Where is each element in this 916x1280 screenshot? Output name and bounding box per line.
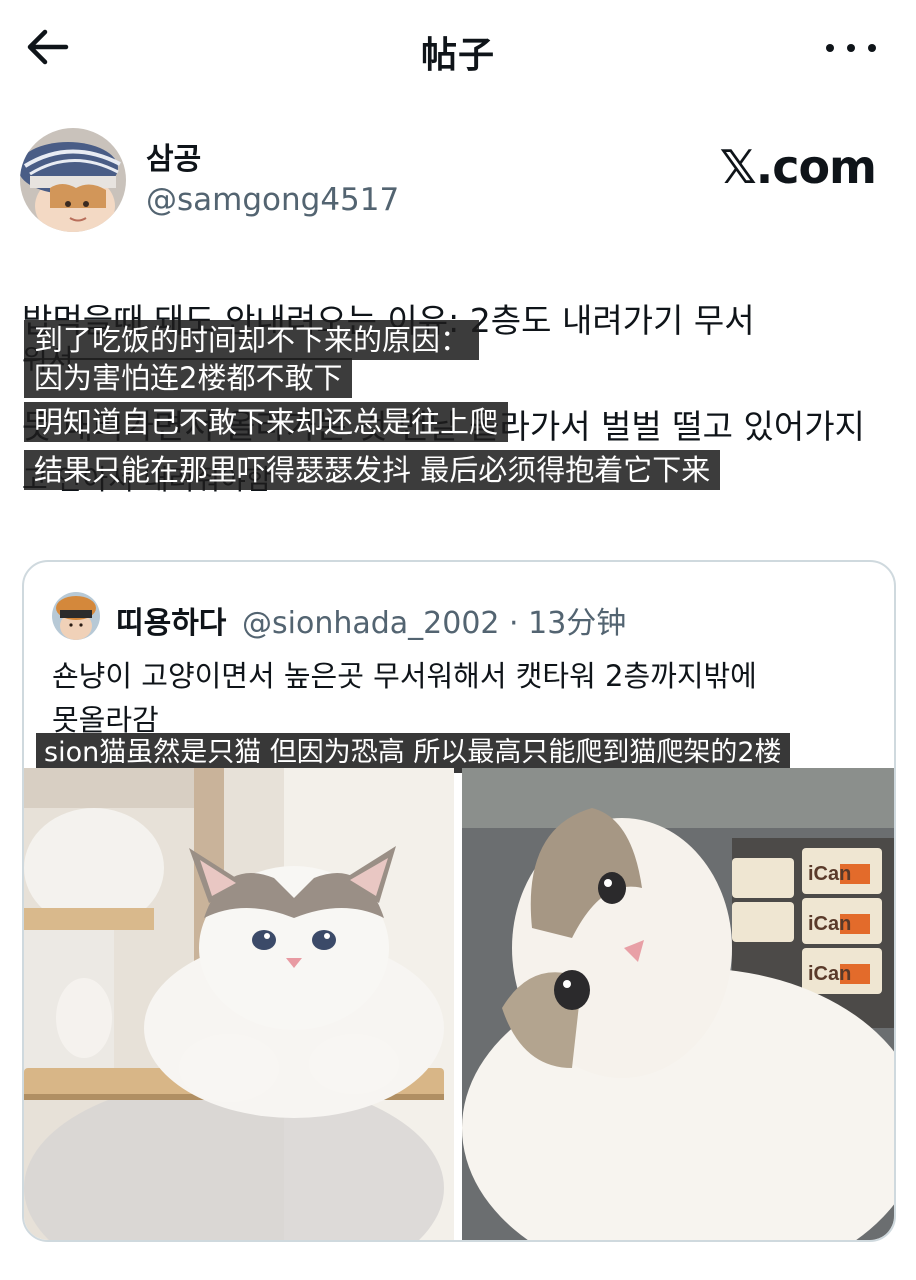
site-watermark: 𝕏.com bbox=[719, 140, 877, 194]
quoted-subtitle: sion猫虽然是只猫 但因为恐高 所以最高只能爬到猫爬架的2楼 bbox=[36, 733, 790, 773]
page-title: 帖子 bbox=[420, 35, 495, 76]
quoted-text-line: 숀냥이 고양이면서 높은곳 무서워해서 캣타워 2층까지밖에 bbox=[52, 659, 757, 693]
top-bar: 帖子 bbox=[0, 0, 916, 96]
quoted-post-card[interactable]: 띠용하다 @sionhada_2002 · 13分钟 숀냥이 고양이면서 높은곳… bbox=[22, 560, 896, 1242]
quoted-author-name[interactable]: 띠용하다 bbox=[116, 598, 226, 642]
post-text: 밥먹을때 돼도 안내려오는 이유: 2층도 내려가기 무서 워서 못 내려가면서… bbox=[22, 290, 892, 520]
cat-photo-left[interactable] bbox=[24, 768, 454, 1240]
more-button[interactable] bbox=[826, 36, 876, 60]
author-handle[interactable]: @samgong4517 bbox=[146, 182, 399, 218]
cat-photo-right[interactable]: iCan iCan iCan bbox=[462, 768, 894, 1240]
more-horizontal-icon bbox=[826, 44, 834, 52]
subtitle-line: 明知道自己不敢下来却还总是往上爬 bbox=[24, 402, 509, 442]
quoted-avatar[interactable] bbox=[52, 592, 100, 640]
author-avatar[interactable] bbox=[20, 128, 126, 232]
can-label: iCan bbox=[808, 913, 851, 935]
quoted-handle-time[interactable]: @sionhada_2002 · 13分钟 bbox=[242, 598, 626, 642]
more-dot bbox=[847, 44, 855, 52]
subtitle-line: 因为害怕连2楼都不敢下 bbox=[24, 358, 353, 398]
author-name[interactable]: 삼공 bbox=[146, 134, 201, 178]
can-label: iCan bbox=[808, 863, 851, 885]
subtitle-line: 到了吃饭的时间却不下来的原因： bbox=[24, 320, 480, 360]
subtitle-line: 结果只能在那里吓得瑟瑟发抖 最后必须得抱着它下来 bbox=[24, 450, 721, 490]
quoted-text: 숀냥이 고양이면서 높은곳 무서워해서 캣타워 2층까지밖에 못올라감 bbox=[52, 654, 872, 742]
more-dot bbox=[868, 44, 876, 52]
can-label: iCan bbox=[808, 963, 851, 985]
